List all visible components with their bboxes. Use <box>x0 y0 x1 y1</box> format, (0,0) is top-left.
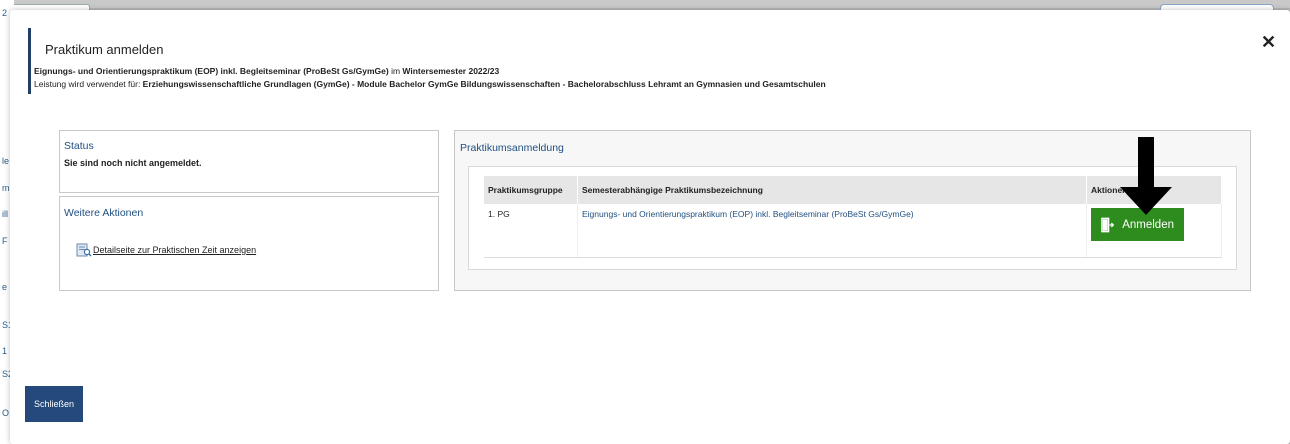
bg-fragment: ill <box>2 209 8 219</box>
register-dialog: Praktikum anmelden Eignungs- und Orienti… <box>10 10 1290 444</box>
status-panel: Status Sie sind noch nicht angemeldet. <box>59 130 439 193</box>
dialog-title: Praktikum anmelden <box>45 42 164 57</box>
bg-fragment: F <box>2 236 8 246</box>
usage-info: Leistung wird verwendet für: Erziehungsw… <box>34 79 826 89</box>
bg-fragment: 1 <box>2 346 8 356</box>
course-name: Eignungs- und Orientierungspraktikum (EO… <box>34 66 389 76</box>
registration-table: Praktikumsgruppe Semesterabhängige Prakt… <box>484 176 1222 258</box>
detail-page-link[interactable]: Detailseite zur Praktischen Zeit anzeige… <box>76 243 256 257</box>
bg-fragment: O <box>2 408 10 418</box>
further-actions-heading: Weitere Aktionen <box>64 207 144 219</box>
status-text: Sie sind noch nicht angemeldet. <box>64 158 202 168</box>
usage-prefix: Leistung wird verwendet für: <box>34 79 143 89</box>
title-accent-bar <box>28 28 31 94</box>
course-info: Eignungs- und Orientierungspraktikum (EO… <box>34 66 499 76</box>
col-header-name: Semesterabhängige Praktikumsbezeichnung <box>577 176 1087 204</box>
close-icon[interactable]: ✕ <box>1261 32 1276 53</box>
usage-value: Erziehungswissenschaftliche Grundlagen (… <box>142 79 826 89</box>
col-header-group: Praktikumsgruppe <box>484 176 578 204</box>
document-search-icon <box>76 243 92 257</box>
close-button[interactable]: Schließen <box>25 386 83 422</box>
course-connector: im <box>388 66 403 76</box>
enter-door-icon <box>1101 217 1115 232</box>
bg-fragment: le <box>2 156 10 166</box>
background-top-bar <box>0 0 1290 8</box>
detail-link-label[interactable]: Detailseite zur Praktischen Zeit anzeige… <box>93 245 256 255</box>
further-actions-panel: Weitere Aktionen Detailseite zur Praktis… <box>59 196 439 291</box>
cell-group: 1. PG <box>484 204 578 258</box>
register-button-label[interactable]: Anmelden <box>1122 219 1174 231</box>
down-arrow-icon <box>1120 137 1172 215</box>
bg-fragment: 2 <box>2 8 8 18</box>
status-heading: Status <box>64 140 94 152</box>
registration-heading: Praktikumsanmeldung <box>460 142 564 154</box>
bg-fragment: m <box>2 183 10 193</box>
table-header-row: Praktikumsgruppe Semesterabhängige Prakt… <box>484 176 1222 204</box>
course-semester: Wintersemester 2022/23 <box>402 66 500 76</box>
bg-fragment: e <box>2 282 8 292</box>
cell-name: Eignungs- und Orientierungspraktikum (EO… <box>577 204 1087 258</box>
table-row: 1. PG Eignungs- und Orientierungspraktik… <box>484 204 1222 258</box>
